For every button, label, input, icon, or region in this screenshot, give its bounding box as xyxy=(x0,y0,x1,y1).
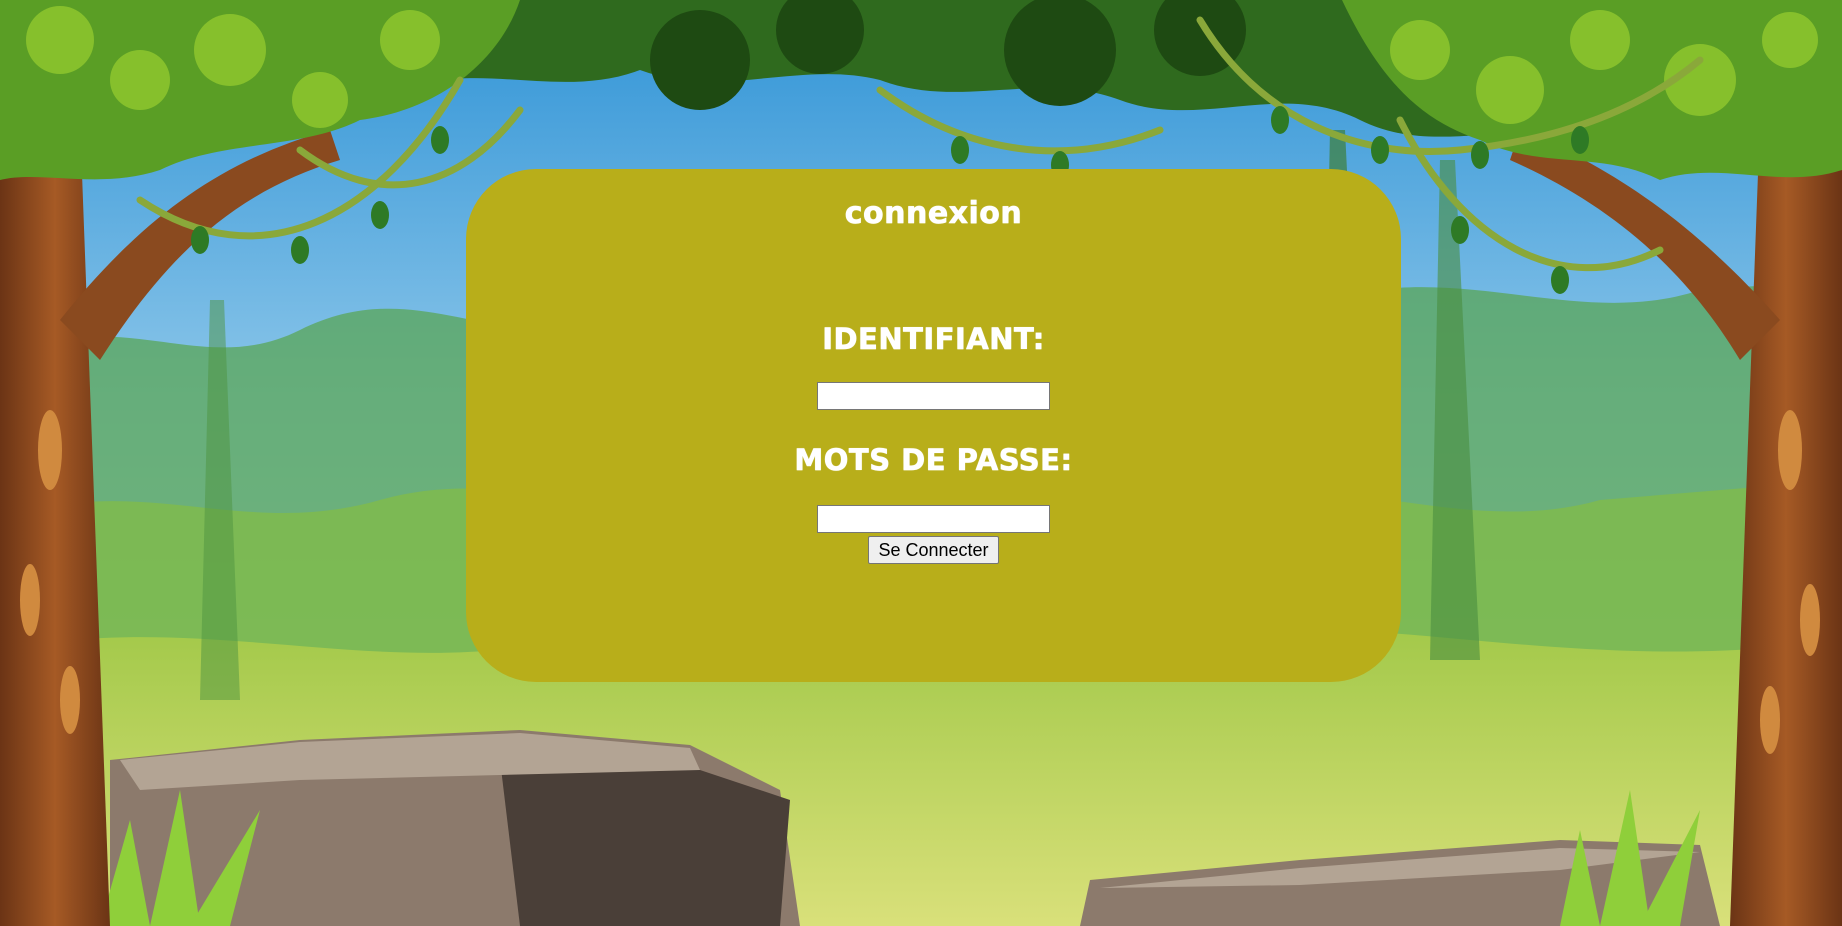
password-label: Mots de passe: xyxy=(794,443,1073,477)
login-page: connexion Identifiant: Mots de passe: Se… xyxy=(0,0,1842,926)
login-button[interactable]: Se Connecter xyxy=(868,536,999,564)
login-title: connexion xyxy=(844,196,1023,231)
login-card: connexion Identifiant: Mots de passe: Se… xyxy=(466,169,1401,682)
password-input[interactable] xyxy=(817,505,1050,533)
username-label: Identifiant: xyxy=(822,322,1045,356)
username-input[interactable] xyxy=(817,382,1050,410)
